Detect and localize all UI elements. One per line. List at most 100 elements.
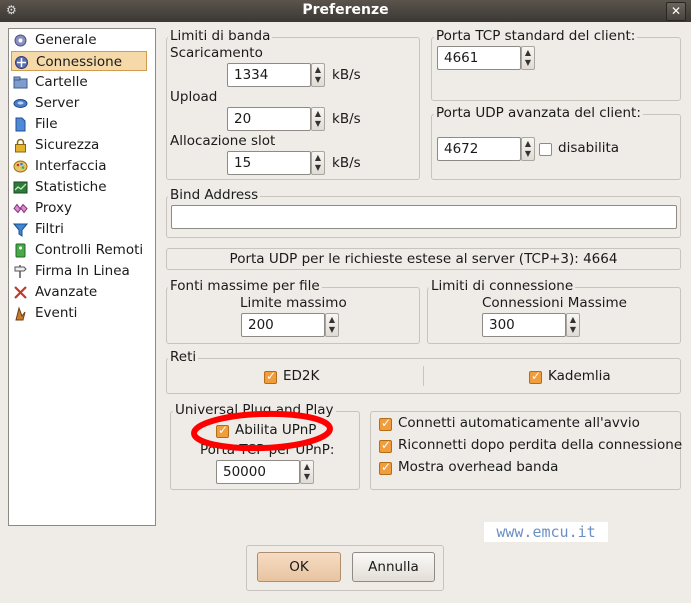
networks-divider	[423, 366, 424, 386]
slot-label: Allocazione slot	[170, 133, 276, 149]
connection-icon	[15, 56, 28, 69]
ed2k-label: ED2K	[283, 368, 320, 384]
bind-address-input[interactable]	[171, 205, 677, 229]
udp-disable-label: disabilita	[558, 140, 620, 156]
file-icon	[15, 117, 26, 132]
sidebar-item-server[interactable]: Server	[11, 93, 147, 113]
upload-field[interactable]: 20	[227, 107, 311, 131]
conn-limits-title: Limiti di connessione	[429, 278, 576, 294]
watermark: www.emcu.it	[484, 522, 608, 542]
slot-unit: kB/s	[332, 155, 361, 171]
spin-down-icon[interactable]: ▼	[522, 149, 534, 159]
slot-spin-buttons[interactable]: ▲ ▼	[311, 151, 325, 175]
download-field[interactable]: 1334	[227, 63, 311, 87]
sidebar-item-statistiche[interactable]: Statistiche	[11, 177, 147, 197]
sidebar-item-generale[interactable]: Generale	[11, 30, 147, 50]
upload-label: Upload	[170, 89, 218, 105]
show-overhead-checkbox[interactable]	[379, 460, 392, 475]
spin-up-icon[interactable]: ▲	[301, 462, 313, 472]
conn-limits-field[interactable]: 300	[482, 313, 566, 337]
spin-down-icon[interactable]: ▼	[326, 325, 338, 335]
preferences-sidebar: Generale Connessione Cartelle Server Fil…	[8, 28, 156, 526]
sidebar-item-proxy[interactable]: Proxy	[11, 198, 147, 218]
auto-connect-checkbox[interactable]	[379, 416, 392, 431]
ed2k-checkbox[interactable]	[264, 369, 277, 384]
download-spin-buttons[interactable]: ▲ ▼	[311, 63, 325, 87]
spin-down-icon[interactable]: ▼	[301, 472, 313, 482]
spin-up-icon[interactable]: ▲	[522, 139, 534, 149]
upnp-port-spin-buttons[interactable]: ▲ ▼	[300, 460, 314, 484]
auto-connect-label: Connetti automaticamente all'avvio	[398, 415, 640, 431]
udp-port-field[interactable]: 4672	[437, 137, 521, 161]
tcp-port-title: Porta TCP standard del client:	[434, 28, 638, 44]
download-unit: kB/s	[332, 67, 361, 83]
spin-down-icon[interactable]: ▼	[567, 325, 579, 335]
kademlia-checkbox[interactable]	[529, 369, 542, 384]
close-button[interactable]: ✕	[666, 2, 686, 21]
bandwidth-title: Limiti di banda	[168, 28, 273, 44]
spin-up-icon[interactable]: ▲	[312, 109, 324, 119]
proxy-icon	[13, 203, 28, 214]
bind-address-title: Bind Address	[168, 187, 261, 203]
folder-icon	[13, 76, 28, 89]
show-overhead-label: Mostra overhead banda	[398, 459, 559, 475]
spin-up-icon[interactable]: ▲	[522, 48, 534, 58]
reconnect-label: Riconnetti dopo perdita della connession…	[398, 437, 683, 453]
spin-up-icon[interactable]: ▲	[312, 153, 324, 163]
spin-up-icon[interactable]: ▲	[567, 315, 579, 325]
tcp-port-field[interactable]: 4661	[437, 46, 521, 70]
sidebar-item-sicurezza[interactable]: Sicurezza	[11, 135, 147, 155]
sidebar-item-firma-in-linea[interactable]: Firma In Linea	[11, 261, 147, 281]
upload-unit: kB/s	[332, 111, 361, 127]
server-icon	[13, 99, 28, 108]
slot-field[interactable]: 15	[227, 151, 311, 175]
sidebar-item-eventi[interactable]: Eventi	[11, 303, 147, 323]
ok-button[interactable]: OK	[257, 552, 341, 582]
spin-down-icon[interactable]: ▼	[522, 58, 534, 68]
conn-limits-spin-buttons[interactable]: ▲ ▼	[566, 313, 580, 337]
max-sources-spin-buttons[interactable]: ▲ ▼	[325, 313, 339, 337]
sidebar-item-avanzate[interactable]: Avanzate	[11, 282, 147, 302]
udp-port-spin-buttons[interactable]: ▲ ▼	[521, 137, 535, 161]
spin-down-icon[interactable]: ▼	[312, 119, 324, 129]
udp-info-box: Porta UDP per le richieste estese al ser…	[166, 248, 681, 270]
sidebar-item-connessione[interactable]: Connessione	[11, 51, 147, 71]
chart-icon	[13, 181, 28, 194]
max-sources-title: Fonti massime per file	[168, 278, 322, 294]
upnp-port-field[interactable]: 50000	[216, 460, 300, 484]
remote-icon	[15, 243, 26, 258]
conn-limits-label: Connessioni Massime	[482, 295, 627, 311]
networks-title: Reti	[168, 349, 199, 365]
events-icon	[15, 306, 26, 321]
udp-disable-checkbox[interactable]	[539, 143, 552, 156]
sidebar-item-cartelle[interactable]: Cartelle	[11, 72, 147, 92]
title-bar: ⚙ Preferenze ✕	[0, 0, 691, 22]
reconnect-checkbox[interactable]	[379, 438, 392, 453]
sidebar-item-interfaccia[interactable]: Interfaccia	[11, 156, 147, 176]
udp-port-title: Porta UDP avanzata del client:	[434, 105, 643, 121]
signpost-icon	[14, 265, 27, 278]
cancel-button[interactable]: Annulla	[352, 552, 435, 582]
spin-down-icon[interactable]: ▼	[312, 163, 324, 173]
max-sources-field[interactable]: 200	[241, 313, 325, 337]
upload-spin-buttons[interactable]: ▲ ▼	[311, 107, 325, 131]
window-title: Preferenze	[302, 2, 389, 18]
lock-icon	[15, 138, 26, 153]
spin-up-icon[interactable]: ▲	[312, 65, 324, 75]
max-sources-label: Limite massimo	[240, 295, 347, 311]
sidebar-item-controlli-remoti[interactable]: Controlli Remoti	[11, 240, 147, 260]
gear-icon	[14, 34, 27, 47]
spin-down-icon[interactable]: ▼	[312, 75, 324, 85]
annotation-circle	[191, 410, 333, 452]
tools-icon	[14, 286, 27, 299]
download-label: Scaricamento	[170, 45, 263, 61]
kademlia-label: Kademlia	[548, 368, 611, 384]
sidebar-item-file[interactable]: File	[11, 114, 147, 134]
filter-icon	[13, 223, 28, 237]
tcp-port-spin-buttons[interactable]: ▲ ▼	[521, 46, 535, 70]
sidebar-item-filtri[interactable]: Filtri	[11, 219, 147, 239]
spin-up-icon[interactable]: ▲	[326, 315, 338, 325]
udp-info-text: Porta UDP per le richieste estese al ser…	[229, 251, 618, 267]
palette-icon	[13, 160, 28, 173]
close-icon: ✕	[670, 4, 682, 18]
